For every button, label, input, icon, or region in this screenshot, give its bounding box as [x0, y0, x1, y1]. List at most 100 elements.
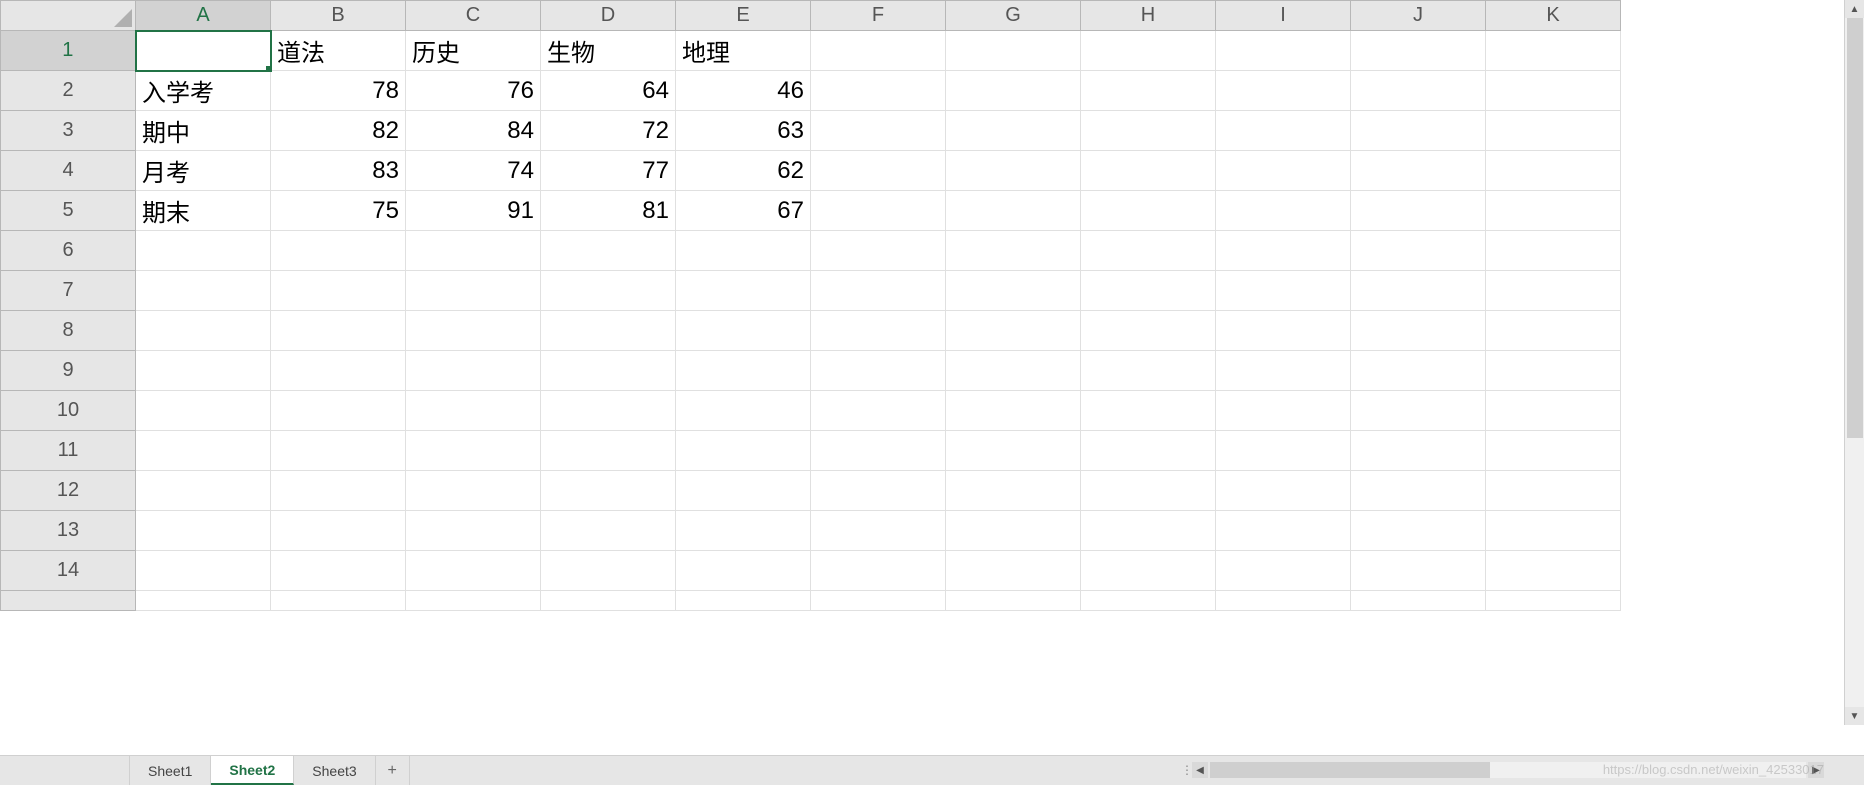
cell-I1[interactable]: [1216, 31, 1351, 71]
cell-C12[interactable]: [406, 471, 541, 511]
cell-F12[interactable]: [811, 471, 946, 511]
row-header-15[interactable]: [1, 591, 136, 611]
cell-A1[interactable]: [136, 31, 271, 71]
column-header-D[interactable]: D: [541, 1, 676, 31]
cell-A5[interactable]: 期末: [136, 191, 271, 231]
cell-H11[interactable]: [1081, 431, 1216, 471]
cell-C4[interactable]: 74: [406, 151, 541, 191]
cell-K12[interactable]: [1486, 471, 1621, 511]
cell-D6[interactable]: [541, 231, 676, 271]
cell-E8[interactable]: [676, 311, 811, 351]
cell-F10[interactable]: [811, 391, 946, 431]
cell-C7[interactable]: [406, 271, 541, 311]
cell-H10[interactable]: [1081, 391, 1216, 431]
column-header-F[interactable]: F: [811, 1, 946, 31]
cell-H12[interactable]: [1081, 471, 1216, 511]
cell-F5[interactable]: [811, 191, 946, 231]
sheet-tab-sheet1[interactable]: Sheet1: [130, 756, 211, 785]
cell-I9[interactable]: [1216, 351, 1351, 391]
cell-C9[interactable]: [406, 351, 541, 391]
add-sheet-button[interactable]: +: [376, 756, 410, 785]
cell-B9[interactable]: [271, 351, 406, 391]
cell-I8[interactable]: [1216, 311, 1351, 351]
cell-I13[interactable]: [1216, 511, 1351, 551]
horizontal-scroll-thumb[interactable]: [1210, 762, 1490, 778]
row-header-4[interactable]: 4: [1, 151, 136, 191]
cell-A15[interactable]: [136, 591, 271, 611]
cell-I5[interactable]: [1216, 191, 1351, 231]
cell-G4[interactable]: [946, 151, 1081, 191]
cell-A13[interactable]: [136, 511, 271, 551]
cell-J3[interactable]: [1351, 111, 1486, 151]
cell-J12[interactable]: [1351, 471, 1486, 511]
cell-D9[interactable]: [541, 351, 676, 391]
column-header-K[interactable]: K: [1486, 1, 1621, 31]
cell-D14[interactable]: [541, 551, 676, 591]
cell-G12[interactable]: [946, 471, 1081, 511]
cell-A8[interactable]: [136, 311, 271, 351]
column-header-I[interactable]: I: [1216, 1, 1351, 31]
column-header-H[interactable]: H: [1081, 1, 1216, 31]
cell-J1[interactable]: [1351, 31, 1486, 71]
scroll-down-button[interactable]: ▼: [1845, 707, 1864, 725]
cell-B12[interactable]: [271, 471, 406, 511]
cell-H4[interactable]: [1081, 151, 1216, 191]
row-header-7[interactable]: 7: [1, 271, 136, 311]
cell-D3[interactable]: 72: [541, 111, 676, 151]
cell-J13[interactable]: [1351, 511, 1486, 551]
cell-I6[interactable]: [1216, 231, 1351, 271]
scroll-right-button[interactable]: ▶: [1808, 762, 1824, 778]
cell-F8[interactable]: [811, 311, 946, 351]
cell-D10[interactable]: [541, 391, 676, 431]
cell-C13[interactable]: [406, 511, 541, 551]
cell-D7[interactable]: [541, 271, 676, 311]
cell-J6[interactable]: [1351, 231, 1486, 271]
cell-K8[interactable]: [1486, 311, 1621, 351]
cell-C14[interactable]: [406, 551, 541, 591]
cell-C8[interactable]: [406, 311, 541, 351]
cell-E15[interactable]: [676, 591, 811, 611]
row-header-5[interactable]: 5: [1, 191, 136, 231]
column-header-G[interactable]: G: [946, 1, 1081, 31]
row-header-2[interactable]: 2: [1, 71, 136, 111]
cell-K5[interactable]: [1486, 191, 1621, 231]
cell-D4[interactable]: 77: [541, 151, 676, 191]
cell-H8[interactable]: [1081, 311, 1216, 351]
cell-I7[interactable]: [1216, 271, 1351, 311]
cell-B3[interactable]: 82: [271, 111, 406, 151]
sheet-tab-sheet3[interactable]: Sheet3: [294, 756, 375, 785]
cell-A12[interactable]: [136, 471, 271, 511]
cell-A14[interactable]: [136, 551, 271, 591]
cell-I15[interactable]: [1216, 591, 1351, 611]
cell-K11[interactable]: [1486, 431, 1621, 471]
cell-G7[interactable]: [946, 271, 1081, 311]
cell-J8[interactable]: [1351, 311, 1486, 351]
cell-F6[interactable]: [811, 231, 946, 271]
horizontal-scrollbar[interactable]: ⋮ ◀ ▶: [1184, 762, 1824, 778]
cell-D15[interactable]: [541, 591, 676, 611]
cell-G5[interactable]: [946, 191, 1081, 231]
row-header-14[interactable]: 14: [1, 551, 136, 591]
row-header-11[interactable]: 11: [1, 431, 136, 471]
cell-E13[interactable]: [676, 511, 811, 551]
cell-E10[interactable]: [676, 391, 811, 431]
cell-F13[interactable]: [811, 511, 946, 551]
cell-B1[interactable]: 道法: [271, 31, 406, 71]
cell-G8[interactable]: [946, 311, 1081, 351]
row-header-9[interactable]: 9: [1, 351, 136, 391]
cell-B11[interactable]: [271, 431, 406, 471]
row-header-1[interactable]: 1: [1, 31, 136, 71]
cell-B6[interactable]: [271, 231, 406, 271]
vertical-scroll-track[interactable]: [1845, 18, 1864, 707]
cell-F14[interactable]: [811, 551, 946, 591]
cell-G11[interactable]: [946, 431, 1081, 471]
cell-H13[interactable]: [1081, 511, 1216, 551]
cell-K15[interactable]: [1486, 591, 1621, 611]
column-header-C[interactable]: C: [406, 1, 541, 31]
cell-C1[interactable]: 历史: [406, 31, 541, 71]
spreadsheet-grid[interactable]: ABCDEFGHIJK1道法历史生物地理2入学考787664463期中82847…: [0, 0, 1621, 611]
cell-E1[interactable]: 地理: [676, 31, 811, 71]
cell-A2[interactable]: 入学考: [136, 71, 271, 111]
column-header-A[interactable]: A: [136, 1, 271, 31]
row-header-10[interactable]: 10: [1, 391, 136, 431]
